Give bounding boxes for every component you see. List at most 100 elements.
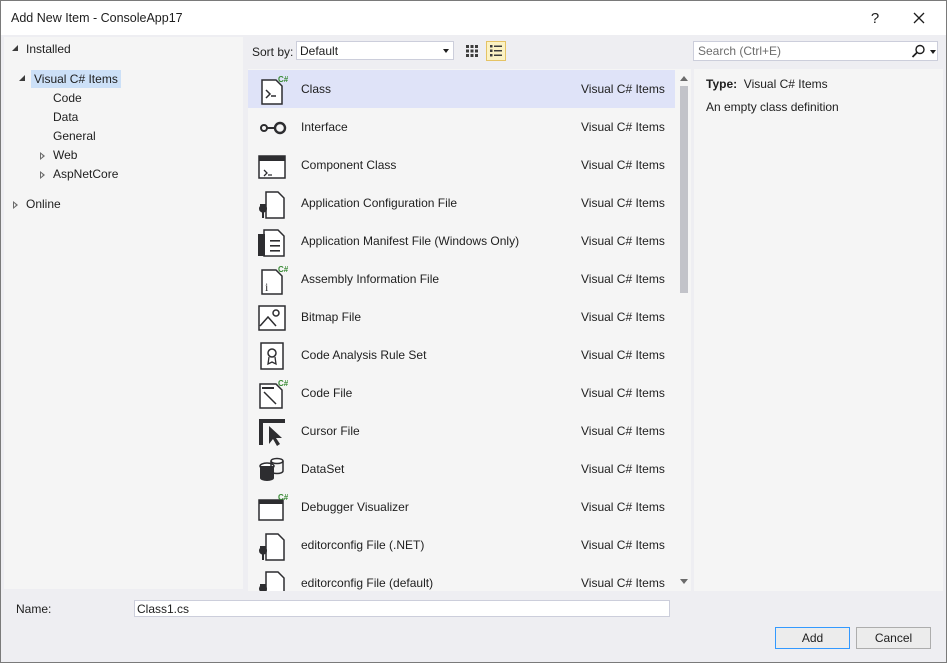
tree-node-label: Installed (26, 42, 71, 56)
tree-node-aspnetcore[interactable]: AspNetCore (50, 165, 121, 183)
tree-node-general[interactable]: General (50, 127, 99, 145)
template-name: Application Configuration File (301, 196, 458, 210)
template-list-item[interactable]: editorconfig File (.NET) Visual C# Items (248, 526, 675, 564)
debugger-visualizer-icon: C# (258, 493, 288, 521)
close-button[interactable] (907, 7, 931, 29)
template-category: Visual C# Items (581, 462, 665, 476)
details-type: Type: Visual C# Items (706, 77, 828, 91)
cancel-button[interactable]: Cancel (856, 627, 931, 649)
template-list-item[interactable]: Component Class Visual C# Items (248, 146, 675, 184)
tree-node-visual-csharp-items[interactable]: Visual C# Items (31, 70, 121, 88)
svg-text:C#: C# (278, 75, 288, 84)
template-tree (4, 37, 243, 189)
sort-by-dropdown[interactable]: Default (296, 41, 454, 60)
template-category: Visual C# Items (581, 196, 665, 210)
template-list-item[interactable]: Cursor File Visual C# Items (248, 412, 675, 450)
search-icon[interactable] (910, 44, 926, 58)
template-list-item[interactable]: i C# Assembly Information File Visual C# It… (248, 260, 675, 298)
config-file-icon (259, 191, 285, 219)
template-list-item[interactable]: C# Debugger Visualizer Visual C# Items (248, 488, 675, 526)
template-category: Visual C# Items (581, 538, 665, 552)
sort-by-label: Sort by: (252, 45, 294, 59)
template-list-item[interactable]: C# Code File Visual C# Items (248, 374, 675, 412)
small-icons-view-button[interactable] (486, 41, 506, 61)
svg-text:C#: C# (278, 493, 288, 502)
title-bar: Add New Item - ConsoleApp17 ? (1, 1, 946, 35)
template-name: Interface (301, 120, 348, 134)
template-list: C# Class Visual C# Items Interface Visual C#… (248, 69, 691, 591)
template-category: Visual C# Items (581, 234, 665, 248)
template-name: editorconfig File (.NET) (301, 538, 425, 552)
svg-text:C#: C# (278, 265, 288, 274)
bitmap-file-icon (258, 305, 286, 331)
template-list-item[interactable]: Application Configuration File Visual C# … (248, 184, 675, 222)
template-list-item[interactable]: Code Analysis Rule Set Visual C# Items (248, 336, 675, 374)
add-button[interactable]: Add (775, 627, 850, 649)
window-title: Add New Item - ConsoleApp17 (11, 11, 183, 25)
template-list-item[interactable]: Bitmap File Visual C# Items (248, 298, 675, 336)
template-category: Visual C# Items (581, 348, 665, 362)
cursor-file-icon (259, 419, 285, 446)
list-view-icon (490, 45, 502, 57)
expand-arrow-aspnetcore-icon[interactable] (40, 171, 45, 179)
interface-icon (260, 121, 287, 135)
search-input[interactable] (694, 42, 912, 60)
expand-arrow-online-icon[interactable] (13, 201, 18, 209)
template-name: Code Analysis Rule Set (301, 348, 427, 362)
details-type-label: Type: (706, 77, 738, 91)
template-name: DataSet (301, 462, 345, 476)
expand-arrow-web-icon[interactable] (40, 152, 45, 160)
template-list-item[interactable]: C# Class Visual C# Items (248, 70, 675, 108)
collapse-arrow-visual-csharp-icon[interactable] (19, 75, 25, 81)
tree-node-label: General (53, 129, 96, 143)
search-box (693, 41, 938, 61)
details-description: An empty class definition (706, 100, 839, 114)
chevron-down-icon (443, 49, 449, 53)
tree-node-installed[interactable]: Installed (23, 40, 74, 58)
editorconfig-icon (259, 533, 285, 561)
template-category: Visual C# Items (581, 386, 665, 400)
grid-view-icon (466, 45, 478, 57)
class-icon: C# (261, 75, 288, 105)
template-name: Bitmap File (301, 310, 362, 324)
rule-set-icon (260, 342, 284, 370)
template-name: Application Manifest File (Windows Only) (301, 234, 520, 248)
name-field[interactable] (134, 600, 670, 617)
template-category: Visual C# Items (581, 310, 665, 324)
template-name: Debugger Visualizer (301, 500, 409, 514)
template-list-item[interactable]: editorconfig File (default) Visual C# Ite… (248, 564, 675, 591)
help-button[interactable]: ? (863, 7, 887, 29)
search-options-chevron-icon[interactable] (930, 50, 936, 54)
collapse-arrow-installed-icon[interactable] (12, 45, 18, 51)
dataset-icon (259, 457, 284, 481)
template-category: Visual C# Items (581, 272, 665, 286)
template-category: Visual C# Items (581, 120, 665, 134)
details-type-value: Visual C# Items (743, 77, 828, 91)
template-name: Code File (301, 386, 353, 400)
tree-node-data[interactable]: Data (50, 108, 81, 126)
template-list-item[interactable]: Application Manifest File (Windows Only)… (248, 222, 675, 260)
name-label: Name: (16, 602, 52, 616)
scroll-up-arrow-icon[interactable] (680, 76, 688, 81)
tree-node-label: Visual C# Items (31, 70, 121, 88)
template-name: Cursor File (301, 424, 360, 438)
template-category: Visual C# Items (581, 576, 665, 590)
editorconfig-icon (259, 571, 285, 591)
scroll-down-arrow-icon[interactable] (680, 579, 688, 584)
tree-node-online[interactable]: Online (23, 195, 64, 213)
template-list-scrollbar[interactable] (677, 69, 691, 591)
tree-node-web[interactable]: Web (50, 146, 80, 164)
component-class-icon (258, 155, 286, 179)
template-list-item[interactable]: DataSet Visual C# Items (248, 450, 675, 488)
tree-node-code[interactable]: Code (50, 89, 85, 107)
template-list-item[interactable]: Interface Visual C# Items (248, 108, 675, 146)
template-category: Visual C# Items (581, 500, 665, 514)
code-file-icon: C# (259, 379, 288, 409)
scroll-thumb[interactable] (680, 86, 688, 293)
manifest-file-icon (258, 229, 285, 257)
tree-node-label: Code (53, 91, 82, 105)
tree-node-label: Data (53, 110, 79, 124)
template-name: Assembly Information File (301, 272, 440, 286)
tree-node-label: Web (53, 148, 78, 162)
medium-icons-view-button[interactable] (462, 41, 482, 61)
